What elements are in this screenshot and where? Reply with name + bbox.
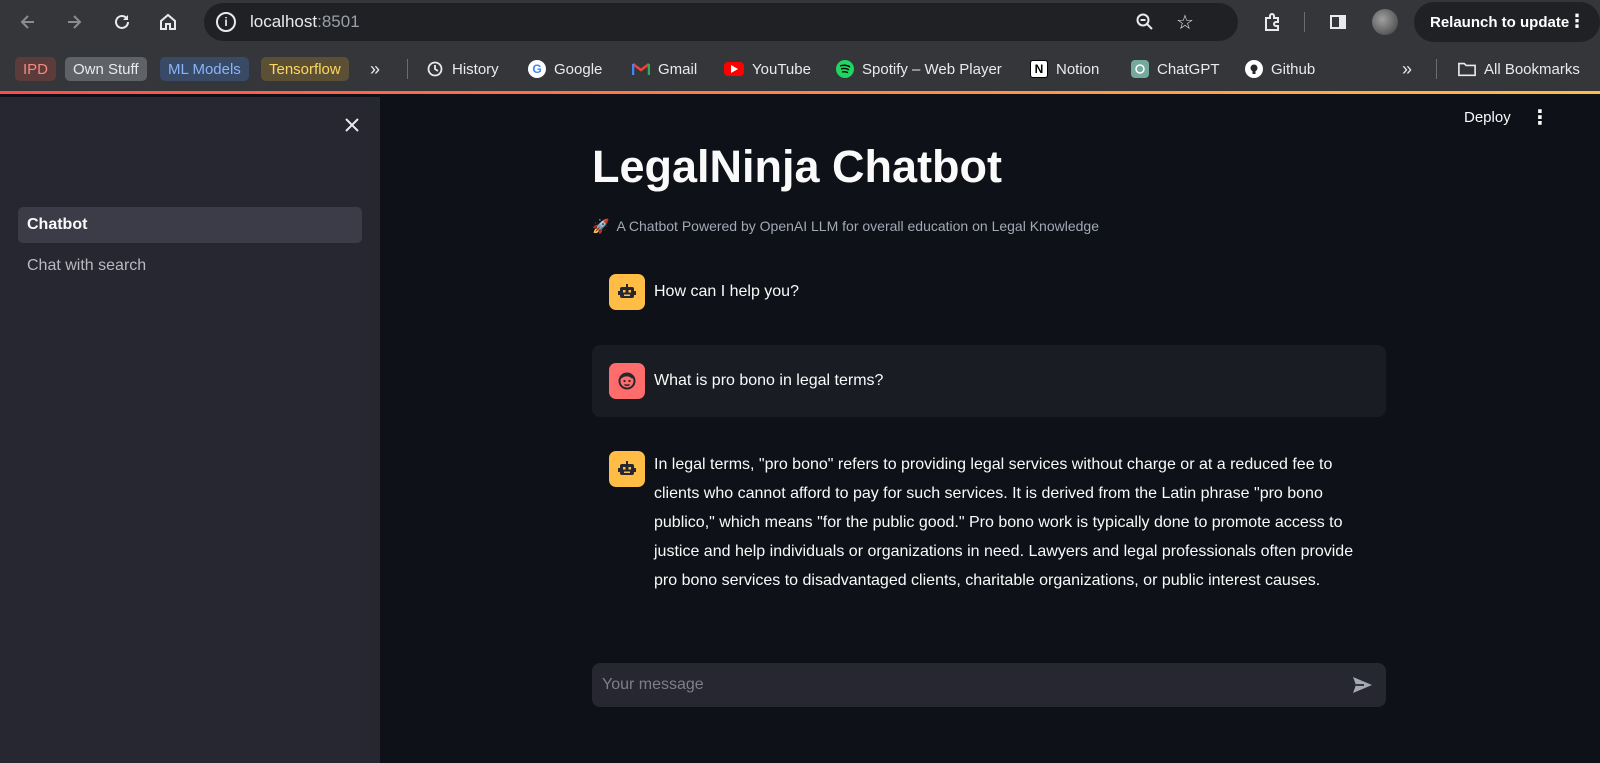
reload-icon[interactable] [106,6,138,38]
url-text[interactable]: localhost:8501 [250,12,360,32]
side-panel-icon[interactable] [1322,6,1354,38]
sidebar-item-label: Chatbot [27,216,88,233]
kebab-menu-icon[interactable]: ⋮ [1568,11,1586,32]
bookmark-folder-ipd[interactable]: IPD [15,57,57,81]
google-icon: G [528,60,546,78]
bookmark-chatgpt[interactable]: ChatGPT [1131,57,1220,81]
bookmark-history[interactable]: History [426,57,499,81]
send-icon[interactable] [1350,673,1374,697]
bookmark-folder-tensorflow[interactable]: Tensorflow [261,57,349,81]
deploy-button[interactable]: Deploy [1464,109,1511,126]
bookmark-youtube[interactable]: YouTube [724,57,811,81]
chat-message-user: What is pro bono in legal terms? [592,345,1386,417]
zoom-icon[interactable] [1132,9,1158,35]
home-icon[interactable] [152,6,184,38]
bookmark-spotify[interactable]: Spotify – Web Player [836,57,1002,81]
bot-avatar-icon [609,274,645,310]
chevron-double-right-icon[interactable]: » [370,57,380,81]
sidebar: Chatbot Chat with search [0,97,380,763]
page-title: LegalNinja Chatbot [592,141,1003,192]
folder-icon [1458,60,1476,78]
chat-message-input[interactable] [602,663,1322,707]
main-menu-icon[interactable]: ⋮ [1530,105,1550,130]
bookmark-gmail[interactable]: Gmail [632,57,697,81]
sidebar-item-chatbot[interactable]: Chatbot [18,207,362,243]
sidebar-item-label: Chat with search [27,257,147,274]
address-bar[interactable]: i localhost:8501 ☆ [204,3,1238,41]
main-content: Deploy ⋮ LegalNinja Chatbot 🚀 A Chatbot … [380,97,1600,763]
profile-avatar[interactable] [1372,9,1398,35]
bookmark-notion[interactable]: N Notion [1030,57,1099,81]
bookmarks-divider [1436,59,1437,79]
chat-message-assistant: How can I help you? [592,265,1386,317]
bookmark-all-bookmarks[interactable]: All Bookmarks [1458,57,1580,81]
rocket-icon: 🚀 [592,218,610,234]
chatgpt-icon [1131,60,1149,78]
close-sidebar-icon[interactable] [338,111,366,139]
page-subtitle: 🚀 A Chatbot Powered by OpenAI LLM for ov… [592,218,1099,234]
user-avatar-icon [609,363,645,399]
notion-icon: N [1030,60,1048,78]
chevron-double-right-icon[interactable]: » [1402,57,1412,81]
forward-icon[interactable] [58,6,90,38]
chat-input-box [592,663,1386,707]
message-text: What is pro bono in legal terms? [654,372,884,389]
bookmarks-divider [407,59,408,79]
site-info-icon[interactable]: i [216,12,236,32]
bot-avatar-icon [609,451,645,487]
bookmarks-bar: IPD Own Stuff ML Models Tensorflow » His… [0,44,1600,94]
extensions-icon[interactable] [1256,6,1288,38]
bookmark-folder-own-stuff[interactable]: Own Stuff [65,57,147,81]
back-icon[interactable] [12,6,44,38]
youtube-icon [724,62,744,76]
bookmark-star-icon[interactable]: ☆ [1172,9,1198,35]
sidebar-item-chat-with-search[interactable]: Chat with search [18,248,362,284]
bookmark-google[interactable]: G Google [528,57,602,81]
bookmark-github[interactable]: Github [1245,57,1315,81]
history-icon [426,60,444,78]
toolbar-divider [1304,12,1305,32]
browser-toolbar: i localhost:8501 ☆ Relaunch to update ⋮ [0,0,1600,44]
message-text: In legal terms, "pro bono" refers to pro… [654,456,1354,589]
gmail-icon [632,60,650,78]
bookmark-folder-ml-models[interactable]: ML Models [160,57,249,81]
github-icon [1245,60,1263,78]
message-text: How can I help you? [654,283,799,300]
chat-message-assistant: In legal terms, "pro bono" refers to pro… [592,441,1386,631]
relaunch-to-update-button[interactable]: Relaunch to update ⋮ [1414,2,1600,42]
spotify-icon [836,60,854,78]
relaunch-label: Relaunch to update [1430,13,1570,31]
